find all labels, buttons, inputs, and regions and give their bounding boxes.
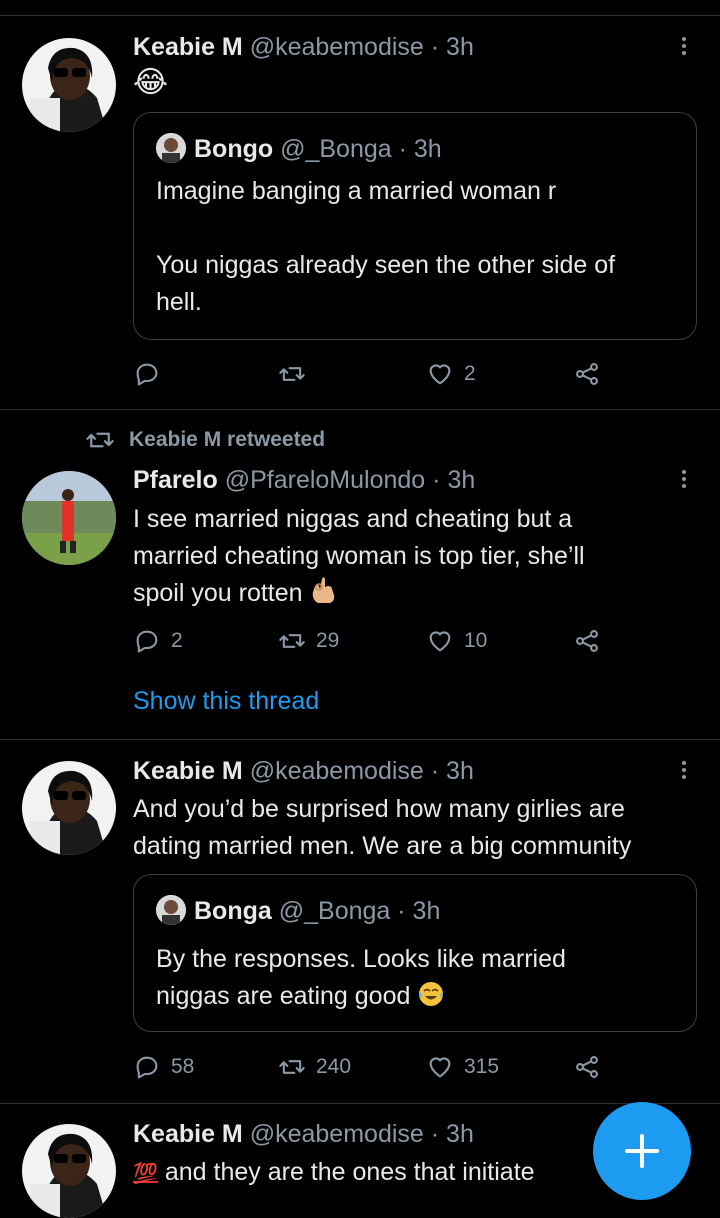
handle[interactable]: @keabemodise bbox=[250, 33, 424, 61]
avatar[interactable] bbox=[22, 1124, 116, 1218]
display-name[interactable]: Keabie M bbox=[133, 757, 243, 785]
quoted-text-line: You niggas already seen the other side o… bbox=[156, 251, 616, 279]
quoted-text-line: hell. bbox=[156, 288, 202, 316]
compose-tweet-button[interactable] bbox=[593, 1102, 691, 1200]
timestamp[interactable]: · 3h bbox=[431, 33, 474, 61]
timestamp[interactable]: · 3h bbox=[432, 466, 475, 494]
divider bbox=[0, 409, 720, 410]
quoted-timestamp: · 3h bbox=[397, 897, 441, 925]
display-name[interactable]: Pfarelo bbox=[133, 466, 218, 494]
more-options-icon[interactable] bbox=[676, 758, 692, 784]
quoted-text-line: By the responses. Looks like married bbox=[156, 945, 566, 973]
avatar[interactable] bbox=[22, 471, 116, 565]
tweet-header: Keabie M @keabemodise · 3h bbox=[133, 33, 474, 62]
timestamp[interactable]: · 3h bbox=[431, 1120, 474, 1148]
share-button[interactable] bbox=[573, 1053, 611, 1081]
like-count: 315 bbox=[464, 1055, 500, 1078]
quoted-timestamp: · 3h bbox=[398, 135, 442, 163]
reply-icon bbox=[136, 1056, 158, 1079]
timestamp[interactable]: · 3h bbox=[431, 757, 474, 785]
ok-hand-emoji-icon bbox=[310, 575, 338, 616]
retweeted-by-label: Keabie M retweeted bbox=[129, 428, 326, 451]
retweet-icon bbox=[279, 634, 305, 648]
tears-of-joy-emoji-icon bbox=[417, 980, 445, 1019]
quoted-display-name: Bongo bbox=[194, 135, 274, 163]
reply-icon bbox=[136, 363, 158, 386]
handle[interactable]: @keabemodise bbox=[250, 757, 424, 785]
display-name[interactable]: Keabie M bbox=[133, 33, 243, 61]
share-button[interactable] bbox=[573, 360, 611, 388]
show-thread-link[interactable]: Show this thread bbox=[133, 687, 319, 716]
like-count: 2 bbox=[464, 362, 476, 385]
tweet-text-line-last: spoil you rotten bbox=[133, 575, 338, 616]
tweet-actions: 2 bbox=[133, 360, 613, 390]
quoted-avatar bbox=[156, 895, 186, 925]
quoted-avatar bbox=[156, 133, 186, 163]
divider bbox=[0, 739, 720, 740]
retweet-button[interactable]: 240 bbox=[278, 1053, 351, 1081]
heart-icon bbox=[429, 631, 451, 652]
tweet-actions: 58 240 315 bbox=[133, 1053, 613, 1083]
quoted-tweet-header: Bonga @_Bonga · 3h bbox=[156, 895, 440, 926]
heart-icon bbox=[429, 364, 451, 385]
like-button[interactable]: 315 bbox=[426, 1053, 499, 1081]
quoted-display-name: Bonga bbox=[194, 897, 272, 925]
reply-icon bbox=[136, 630, 158, 653]
reply-button[interactable] bbox=[133, 360, 171, 388]
retweet-icon bbox=[86, 432, 114, 448]
like-button[interactable]: 2 bbox=[426, 360, 476, 388]
avatar[interactable] bbox=[22, 38, 116, 132]
reply-count: 2 bbox=[171, 629, 183, 652]
plus-icon bbox=[625, 1134, 659, 1168]
tweet-text-line: And you’d be surprised how many girlies … bbox=[133, 795, 625, 823]
quoted-handle: @_Bonga bbox=[280, 135, 392, 163]
tweet-header: Pfarelo @PfareloMulondo · 3h bbox=[133, 466, 475, 495]
more-options-icon[interactable] bbox=[676, 467, 692, 493]
top-divider bbox=[0, 15, 720, 16]
tweet-header: Keabie M @keabemodise · 3h bbox=[133, 1120, 474, 1149]
like-count: 10 bbox=[464, 629, 488, 652]
hundred-points-emoji-icon: 💯 bbox=[133, 1163, 158, 1185]
quoted-tweet-header: Bongo @_Bonga · 3h bbox=[156, 133, 442, 164]
retweet-count: 240 bbox=[316, 1055, 352, 1078]
retweeted-by[interactable]: Keabie M retweeted bbox=[85, 425, 325, 455]
reply-button[interactable]: 58 bbox=[133, 1053, 194, 1081]
quoted-text-line: niggas are eating good bbox=[156, 982, 411, 1010]
retweet-button[interactable]: 29 bbox=[278, 627, 339, 655]
like-button[interactable]: 10 bbox=[426, 627, 487, 655]
quoted-text-line-last: niggas are eating good bbox=[156, 978, 445, 1019]
share-button[interactable] bbox=[573, 627, 611, 655]
retweet-button[interactable] bbox=[278, 360, 316, 388]
share-icon bbox=[576, 1056, 598, 1078]
display-name[interactable]: Keabie M bbox=[133, 1120, 243, 1148]
reply-button[interactable]: 2 bbox=[133, 627, 183, 655]
avatar[interactable] bbox=[22, 761, 116, 855]
heart-icon bbox=[429, 1057, 451, 1078]
more-options-icon[interactable] bbox=[676, 34, 692, 60]
retweet-icon bbox=[279, 367, 305, 381]
tweet-text-line: 💯 and they are the ones that initiate bbox=[133, 1154, 535, 1193]
retweet-count: 29 bbox=[316, 629, 340, 652]
quoted-handle: @_Bonga bbox=[278, 897, 391, 925]
retweet-icon bbox=[279, 1060, 305, 1074]
handle[interactable]: @keabemodise bbox=[250, 1120, 424, 1148]
share-icon bbox=[576, 630, 598, 652]
share-icon bbox=[576, 363, 598, 385]
quoted-text-line: Imagine banging a married woman r bbox=[156, 177, 557, 205]
tweet-text-line: married cheating woman is top tier, she’… bbox=[133, 542, 585, 570]
reply-count: 58 bbox=[171, 1055, 195, 1078]
quoted-tweet[interactable]: Bonga @_Bonga · 3h By the responses. Loo… bbox=[133, 874, 697, 1032]
tweet-text-line: I see married niggas and cheating but a bbox=[133, 505, 573, 533]
quoted-tweet[interactable]: Bongo @_Bonga · 3h Imagine banging a mar… bbox=[133, 112, 697, 340]
tweet-header: Keabie M @keabemodise · 3h bbox=[133, 757, 474, 786]
tweet-actions: 2 29 10 bbox=[133, 627, 613, 657]
tweet-text: and they are the ones that initiate bbox=[164, 1158, 535, 1186]
handle[interactable]: @PfareloMulondo bbox=[225, 466, 426, 494]
tweet-text-line: spoil you rotten bbox=[133, 579, 303, 607]
tweet-text: 😂 bbox=[133, 66, 169, 99]
tweet-text-line: dating married men. We are a big communi… bbox=[133, 832, 632, 860]
